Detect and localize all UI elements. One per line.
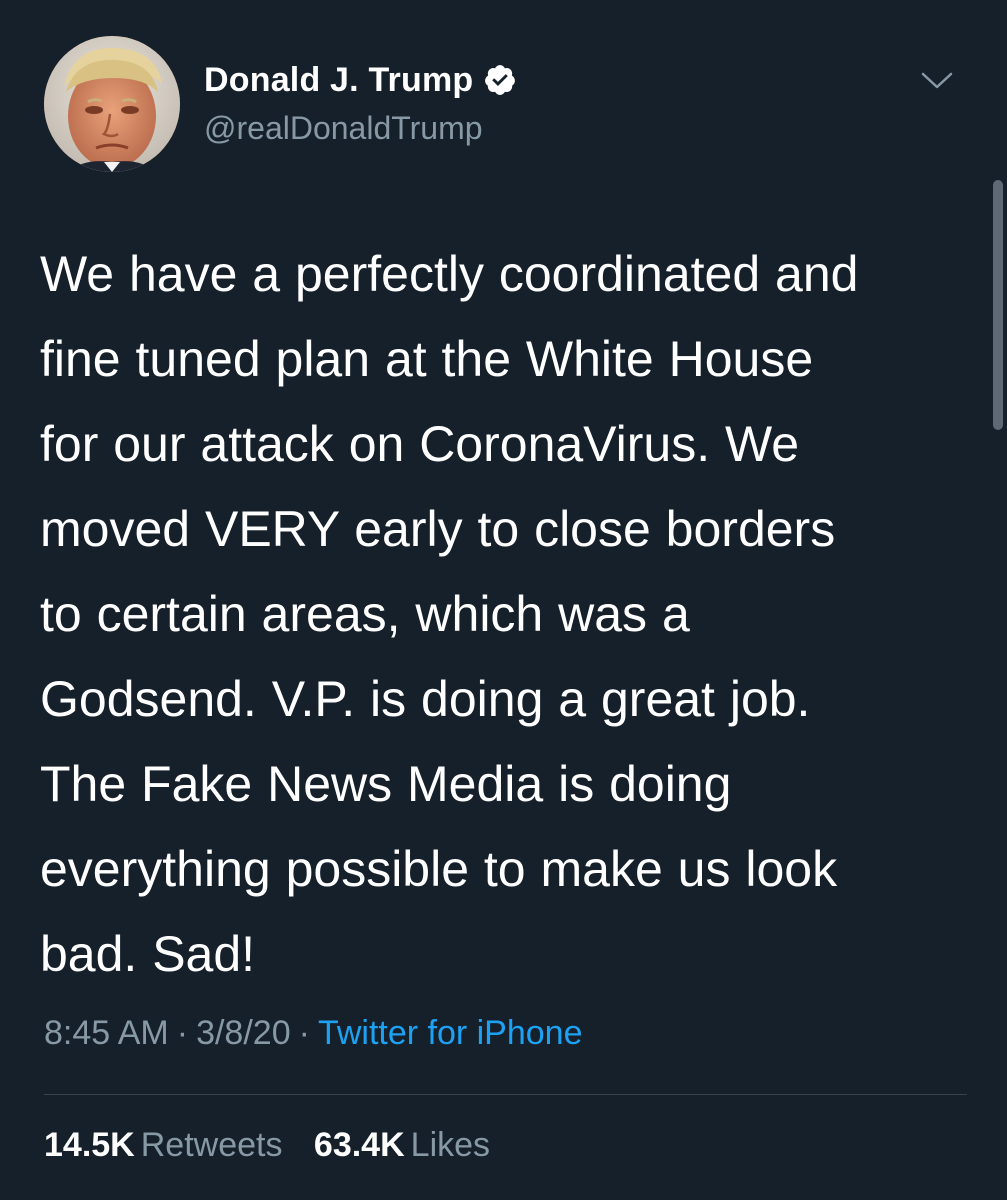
tweet-meta: 8:45 AM · 3/8/20 · Twitter for iPhone bbox=[44, 1014, 583, 1053]
retweets-count: 14.5K bbox=[44, 1126, 135, 1164]
scrollbar[interactable] bbox=[993, 180, 1003, 430]
profile-photo bbox=[44, 36, 180, 172]
chevron-down-icon[interactable] bbox=[920, 70, 954, 92]
divider bbox=[44, 1094, 967, 1095]
handle[interactable]: @realDonaldTrump bbox=[204, 110, 517, 147]
tweet-text-line: bad. Sad! bbox=[40, 926, 256, 982]
tweet-stats: 14.5K Retweets 63.4K Likes bbox=[44, 1126, 512, 1165]
display-name-row[interactable]: Donald J. Trump bbox=[204, 58, 517, 102]
display-name: Donald J. Trump bbox=[204, 60, 474, 99]
tweet-text-line: The Fake News Media is doing bbox=[40, 756, 732, 812]
tweet-text-line: We have a perfectly coordinated and bbox=[40, 246, 859, 302]
meta-separator: · bbox=[176, 1014, 189, 1052]
likes-stat[interactable]: 63.4K Likes bbox=[314, 1126, 490, 1165]
tweet-text-line: for our attack on CoronaVirus. We bbox=[40, 416, 800, 472]
retweets-stat[interactable]: 14.5K Retweets bbox=[44, 1126, 282, 1165]
likes-label: Likes bbox=[410, 1126, 491, 1164]
author-names: Donald J. Trump @realDonaldTrump bbox=[204, 58, 517, 147]
tweet-text-line: Godsend. V.P. is doing a great job. bbox=[40, 671, 811, 727]
likes-count: 63.4K bbox=[313, 1126, 405, 1164]
tweet-detail: Donald J. Trump @realDonaldTrump We have… bbox=[0, 0, 1007, 1200]
tweet-text-line: to certain areas, which was a bbox=[40, 586, 690, 642]
verified-badge-icon bbox=[485, 65, 516, 95]
tweet-text-line: moved VERY early to close borders bbox=[40, 501, 836, 557]
tweet-text: We have a perfectly coordinated and fine… bbox=[40, 232, 980, 997]
tweet-text-line: fine tuned plan at the White House bbox=[40, 331, 814, 387]
retweets-label: Retweets bbox=[140, 1126, 283, 1164]
avatar[interactable] bbox=[44, 36, 180, 172]
tweet-time[interactable]: 8:45 AM bbox=[44, 1014, 169, 1052]
tweet-source-link[interactable]: Twitter for iPhone bbox=[318, 1014, 583, 1052]
meta-separator: · bbox=[298, 1014, 310, 1052]
tweet-date[interactable]: 3/8/20 bbox=[196, 1014, 291, 1052]
tweet-header: Donald J. Trump @realDonaldTrump bbox=[44, 36, 974, 176]
tweet-text-line: everything possible to make us look bbox=[40, 841, 838, 897]
